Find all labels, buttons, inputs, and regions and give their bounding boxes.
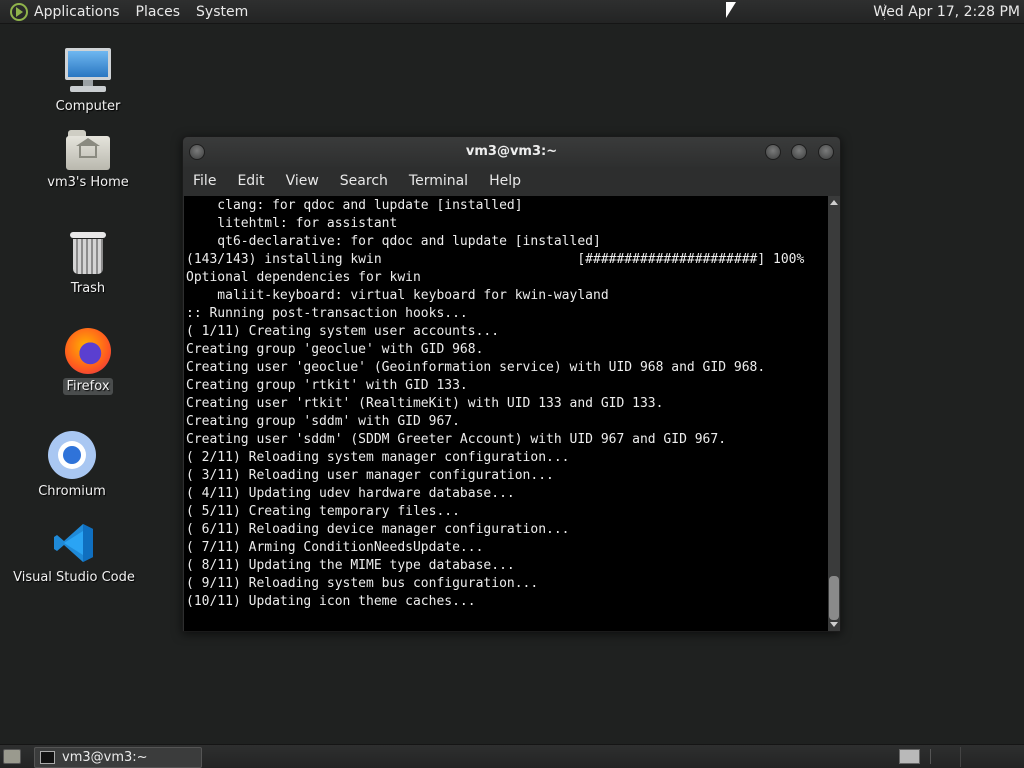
window-title: vm3@vm3:~ xyxy=(465,144,558,159)
scroll-down-icon[interactable] xyxy=(830,622,838,627)
terminal-lines: clang: for qdoc and lupdate [installed] … xyxy=(184,196,828,611)
terminal-line: ( 2/11) Reloading system manager configu… xyxy=(186,450,570,465)
terminal-line: (10/11) Updating icon theme caches... xyxy=(186,594,476,609)
terminal-line: (143/143) installing kwin [#############… xyxy=(186,252,805,267)
terminal-line: ( 4/11) Updating udev hardware database.… xyxy=(186,486,515,501)
desktop-icon-label: Firefox xyxy=(63,378,113,395)
desktop-icon-vscode[interactable]: Visual Studio Code xyxy=(9,521,139,586)
terminal-line: ( 9/11) Reloading system bus configurati… xyxy=(186,576,539,591)
terminal-line: Creating group 'rtkit' with GID 133. xyxy=(186,378,468,393)
mouse-cursor-icon xyxy=(726,2,736,18)
terminal-window[interactable]: vm3@vm3:~ File Edit View Search Terminal… xyxy=(182,136,841,632)
terminal-line: litehtml: for assistant xyxy=(186,216,398,231)
menu-system[interactable]: System xyxy=(196,4,248,20)
terminal-line: maliit-keyboard: virtual keyboard for kw… xyxy=(186,288,609,303)
terminal-menubar: File Edit View Search Terminal Help xyxy=(183,167,840,195)
menu-file[interactable]: File xyxy=(193,173,216,189)
top-panel: Applications Places System Wed Apr 17, 2… xyxy=(0,0,1024,24)
taskbar-label: vm3@vm3:~ xyxy=(62,750,148,765)
terminal-line: :: Running post-transaction hooks... xyxy=(186,306,468,321)
workspace-2[interactable] xyxy=(930,749,951,764)
desktop-icon-firefox[interactable]: Firefox xyxy=(23,328,153,395)
show-desktop-icon[interactable] xyxy=(3,749,21,764)
tray-separator xyxy=(960,747,961,767)
menu-search[interactable]: Search xyxy=(340,173,388,189)
scroll-up-icon[interactable] xyxy=(830,200,838,205)
terminal-line: Creating user 'geoclue' (Geoinformation … xyxy=(186,360,766,375)
desktop-icon-chromium[interactable]: Chromium xyxy=(7,431,137,500)
computer-icon xyxy=(64,46,112,94)
terminal-icon xyxy=(40,751,55,764)
terminal-line: ( 3/11) Reloading user manager configura… xyxy=(186,468,554,483)
desktop-icon-label: Chromium xyxy=(38,484,106,499)
terminal-line: ( 6/11) Reloading device manager configu… xyxy=(186,522,570,537)
trash-icon xyxy=(68,230,108,276)
desktop-icon-label: vm3's Home xyxy=(47,175,129,190)
window-titlebar[interactable]: vm3@vm3:~ xyxy=(183,137,840,167)
minimize-button[interactable] xyxy=(765,144,781,160)
terminal-line: Creating user 'rtkit' (RealtimeKit) with… xyxy=(186,396,664,411)
terminal-line: Creating group 'sddm' with GID 967. xyxy=(186,414,460,429)
workspace-1[interactable] xyxy=(899,749,920,764)
clock[interactable]: Wed Apr 17, 2:28 PM xyxy=(873,4,1020,20)
terminal-line: qt6-declarative: for qdoc and lupdate [i… xyxy=(186,234,601,249)
menu-view[interactable]: View xyxy=(286,173,319,189)
desktop-icon-label: Computer xyxy=(55,99,121,114)
menu-places[interactable]: Places xyxy=(136,4,181,20)
scrollbar-thumb[interactable] xyxy=(829,576,839,620)
taskbar-terminal-button[interactable]: vm3@vm3:~ xyxy=(34,747,202,768)
firefox-icon xyxy=(65,328,111,374)
bottom-panel: vm3@vm3:~ xyxy=(0,744,1024,768)
terminal-line: ( 8/11) Updating the MIME type database.… xyxy=(186,558,515,573)
terminal-line: ( 7/11) Arming ConditionNeedsUpdate... xyxy=(186,540,484,555)
menu-terminal[interactable]: Terminal xyxy=(409,173,468,189)
desktop-icon-computer[interactable]: Computer xyxy=(23,46,153,115)
desktop-icon-label: Visual Studio Code xyxy=(13,570,135,585)
close-button[interactable] xyxy=(818,144,834,160)
terminal-line: clang: for qdoc and lupdate [installed] xyxy=(186,198,523,213)
terminal-line: Creating group 'geoclue' with GID 968. xyxy=(186,342,484,357)
maximize-button[interactable] xyxy=(791,144,807,160)
menu-help[interactable]: Help xyxy=(489,173,521,189)
desktop-icon-label: Trash xyxy=(70,281,106,296)
window-menu-icon[interactable] xyxy=(189,144,205,160)
mate-logo-icon[interactable] xyxy=(10,2,28,21)
menu-edit[interactable]: Edit xyxy=(237,173,264,189)
menu-applications[interactable]: Applications xyxy=(34,4,120,20)
terminal-output[interactable]: clang: for qdoc and lupdate [installed] … xyxy=(184,196,828,631)
terminal-line: Creating user 'sddm' (SDDM Greeter Accou… xyxy=(186,432,727,447)
desktop-icon-home[interactable]: vm3's Home xyxy=(23,130,153,191)
terminal-line: ( 5/11) Creating temporary files... xyxy=(186,504,460,519)
chromium-icon xyxy=(48,431,96,479)
vscode-icon xyxy=(52,521,96,565)
desktop-icon-trash[interactable]: Trash xyxy=(23,230,153,297)
terminal-line: Optional dependencies for kwin xyxy=(186,270,421,285)
terminal-line: ( 1/11) Creating system user accounts... xyxy=(186,324,500,339)
terminal-scrollbar[interactable] xyxy=(828,196,840,631)
home-folder-icon xyxy=(66,130,110,170)
